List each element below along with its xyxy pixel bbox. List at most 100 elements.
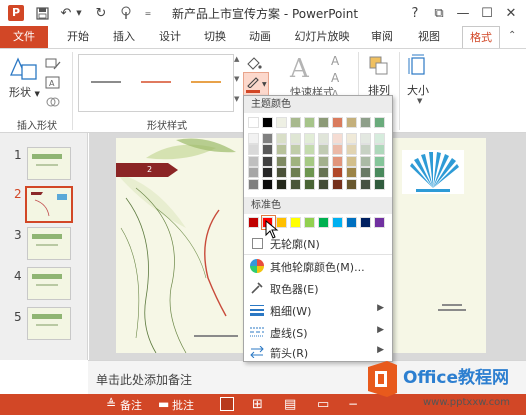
theme-color-swatch[interactable] bbox=[290, 132, 301, 144]
slide-thumbnail-5[interactable] bbox=[27, 307, 71, 340]
theme-color-swatch[interactable] bbox=[374, 179, 385, 190]
theme-color-swatch[interactable] bbox=[248, 117, 259, 128]
shape-style-option[interactable] bbox=[191, 81, 221, 83]
shapes-gallery-icon[interactable] bbox=[9, 55, 39, 83]
merge-shapes-icon[interactable] bbox=[45, 95, 61, 109]
tab-transitions[interactable]: 切换 bbox=[197, 26, 233, 48]
theme-color-swatch[interactable] bbox=[290, 155, 301, 167]
theme-color-swatch[interactable] bbox=[346, 117, 357, 128]
tab-design[interactable]: 设计 bbox=[152, 26, 188, 48]
comments-button[interactable]: 批注 bbox=[172, 397, 194, 413]
theme-color-swatch[interactable] bbox=[262, 167, 273, 179]
theme-color-swatch[interactable] bbox=[360, 155, 371, 167]
gallery-scroll-down-icon[interactable]: ▼ bbox=[234, 75, 239, 83]
theme-color-swatch[interactable] bbox=[304, 155, 315, 167]
theme-color-swatch[interactable] bbox=[276, 167, 287, 179]
theme-color-swatch[interactable] bbox=[318, 117, 329, 128]
tab-review[interactable]: 审阅 bbox=[364, 26, 400, 48]
theme-color-swatch[interactable] bbox=[318, 132, 329, 144]
undo-dropdown-icon[interactable]: ▼ bbox=[70, 4, 88, 22]
weight-item[interactable]: 粗细(W) ▶ bbox=[244, 299, 392, 321]
notes-placeholder[interactable]: 单击此处添加备注 bbox=[96, 371, 192, 388]
theme-color-swatch[interactable] bbox=[346, 167, 357, 179]
zoom-out-icon[interactable]: − bbox=[348, 397, 358, 411]
help-button[interactable]: ? bbox=[404, 3, 426, 23]
size-icon[interactable] bbox=[407, 54, 429, 78]
collapse-ribbon-icon[interactable]: ⌃ bbox=[508, 30, 516, 41]
theme-color-swatch[interactable] bbox=[318, 155, 329, 167]
shape-style-option[interactable] bbox=[91, 81, 121, 83]
slide-sorter-view-icon[interactable]: ⊞ bbox=[252, 397, 263, 412]
standard-color-swatch[interactable] bbox=[374, 217, 385, 228]
theme-color-swatch[interactable] bbox=[276, 132, 287, 144]
tab-format[interactable]: 格式 bbox=[462, 26, 500, 48]
theme-color-swatch[interactable] bbox=[346, 155, 357, 167]
shape-style-option[interactable] bbox=[141, 81, 171, 83]
size-label[interactable]: 大小 bbox=[407, 82, 429, 98]
comments-icon[interactable]: ▬ bbox=[158, 397, 169, 411]
theme-color-swatch[interactable] bbox=[248, 179, 259, 190]
quick-styles-icon[interactable]: A bbox=[290, 54, 309, 84]
theme-color-swatch[interactable] bbox=[318, 144, 329, 156]
theme-color-swatch[interactable] bbox=[248, 132, 259, 144]
theme-color-swatch[interactable] bbox=[304, 117, 315, 128]
theme-color-swatch[interactable] bbox=[332, 155, 343, 167]
theme-color-swatch[interactable] bbox=[346, 179, 357, 190]
theme-color-swatch[interactable] bbox=[374, 144, 385, 156]
standard-color-swatch[interactable] bbox=[248, 217, 259, 228]
ribbon-display-options-icon[interactable]: ⧉ bbox=[428, 3, 450, 23]
standard-color-swatch[interactable] bbox=[332, 217, 343, 228]
standard-color-swatch[interactable] bbox=[290, 217, 301, 228]
shape-outline-button[interactable]: ▼ bbox=[243, 72, 269, 96]
shape-button[interactable]: 形状 ▼ bbox=[9, 84, 40, 100]
theme-color-swatch[interactable] bbox=[332, 167, 343, 179]
theme-color-swatch[interactable] bbox=[374, 132, 385, 144]
theme-color-swatch[interactable] bbox=[262, 144, 273, 156]
tab-animations[interactable]: 动画 bbox=[242, 26, 278, 48]
normal-view-icon[interactable] bbox=[220, 397, 234, 411]
theme-color-swatch[interactable] bbox=[374, 155, 385, 167]
reading-view-icon[interactable]: ▤ bbox=[284, 397, 296, 412]
text-fill-icon[interactable]: A bbox=[331, 54, 339, 68]
eyedropper-item[interactable]: 取色器(E) bbox=[244, 277, 392, 299]
theme-color-swatch[interactable] bbox=[276, 155, 287, 167]
touch-mode-icon[interactable] bbox=[117, 4, 135, 22]
theme-color-swatch[interactable] bbox=[290, 144, 301, 156]
edit-shape-icon[interactable] bbox=[45, 57, 61, 71]
theme-color-swatch[interactable] bbox=[304, 179, 315, 190]
minimize-button[interactable]: — bbox=[452, 3, 474, 23]
theme-color-swatch[interactable] bbox=[318, 179, 329, 190]
slide-thumbnail-2[interactable] bbox=[25, 186, 73, 223]
tab-file[interactable]: 文件 bbox=[0, 26, 48, 48]
standard-color-swatch[interactable] bbox=[304, 217, 315, 228]
theme-color-swatch[interactable] bbox=[360, 179, 371, 190]
theme-color-swatch[interactable] bbox=[304, 167, 315, 179]
theme-color-swatch[interactable] bbox=[290, 179, 301, 190]
theme-color-swatch[interactable] bbox=[318, 167, 329, 179]
arrange-icon[interactable] bbox=[368, 55, 390, 77]
slide-thumbnail-1[interactable] bbox=[27, 147, 71, 180]
dashes-item[interactable]: 虚线(S) ▶ bbox=[244, 321, 392, 343]
notes-icon[interactable]: ≜ bbox=[106, 397, 116, 411]
slide-thumbnail-4[interactable] bbox=[27, 267, 71, 300]
notes-button[interactable]: 备注 bbox=[120, 397, 142, 413]
close-button[interactable]: ✕ bbox=[500, 3, 522, 23]
theme-color-swatch[interactable] bbox=[262, 155, 273, 167]
theme-color-swatch[interactable] bbox=[360, 117, 371, 128]
maximize-button[interactable]: ☐ bbox=[476, 3, 498, 23]
theme-color-swatch[interactable] bbox=[290, 117, 301, 128]
theme-color-swatch[interactable] bbox=[262, 117, 273, 128]
no-outline-item[interactable]: 无轮廓(N) bbox=[244, 232, 392, 254]
tab-view[interactable]: 视图 bbox=[411, 26, 447, 48]
theme-color-swatch[interactable] bbox=[332, 132, 343, 144]
redo-icon[interactable]: ↻ bbox=[92, 4, 110, 22]
text-box-icon[interactable]: A bbox=[45, 76, 61, 90]
theme-color-swatch[interactable] bbox=[374, 117, 385, 128]
slideshow-view-icon[interactable]: ▭ bbox=[317, 397, 329, 412]
tab-insert[interactable]: 插入 bbox=[106, 26, 142, 48]
text-outline-icon[interactable]: A bbox=[331, 71, 339, 85]
standard-color-swatch[interactable] bbox=[318, 217, 329, 228]
theme-color-swatch[interactable] bbox=[360, 167, 371, 179]
theme-color-swatch[interactable] bbox=[262, 132, 273, 144]
more-outline-colors-item[interactable]: 其他轮廓颜色(M)... bbox=[244, 255, 392, 277]
